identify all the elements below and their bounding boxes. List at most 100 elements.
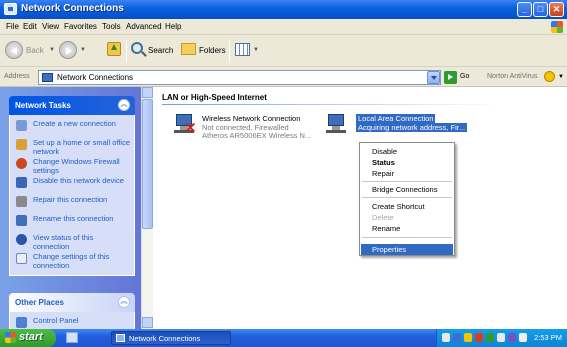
back-button-label[interactable]: Back — [26, 46, 44, 55]
norton-antivirus-icon[interactable] — [544, 71, 555, 82]
menu-item-disable[interactable]: Disable — [372, 147, 397, 156]
network-tasks-panel: Network Tasks ︽ Create a new connection … — [9, 96, 135, 276]
task-disable-device[interactable]: Disable this network device — [14, 176, 130, 195]
task-label: Disable this network device — [33, 176, 124, 185]
address-label: Address — [4, 73, 30, 80]
taskbar-network-connections[interactable]: Network Connections — [111, 331, 231, 345]
menu-item-properties[interactable]: Properties — [372, 245, 406, 254]
close-button[interactable]: ✕ — [549, 2, 564, 17]
tray-icon[interactable] — [442, 333, 450, 342]
monitor-icon — [328, 114, 344, 126]
menu-help[interactable]: Help — [165, 22, 181, 31]
wireless-connection-item[interactable]: Wireless Network Connection Not connecte… — [202, 114, 311, 141]
menu-separator — [362, 237, 452, 238]
address-dropdown-icon[interactable] — [427, 71, 440, 84]
search-icon[interactable] — [131, 42, 143, 54]
network-tasks-header[interactable]: Network Tasks ︽ — [9, 96, 135, 115]
wireless-connection-icon[interactable]: ✕ — [172, 114, 198, 138]
task-create-connection[interactable]: Create a new connection — [14, 119, 130, 138]
home-network-icon — [16, 139, 27, 150]
norton-dropdown-icon[interactable]: ▼ — [558, 74, 564, 80]
menu-file[interactable]: File — [6, 22, 19, 31]
tray-icon[interactable] — [475, 333, 483, 342]
cable — [326, 130, 346, 133]
scroll-up-icon[interactable] — [142, 87, 153, 98]
task-rename-connection[interactable]: Rename this connection — [14, 214, 130, 233]
tray-icon[interactable] — [508, 333, 516, 342]
address-field[interactable]: Network Connections — [38, 70, 441, 85]
task-view-status[interactable]: View status of this connection — [14, 233, 130, 252]
taskbar: start Network Connections 2:53 PM — [0, 329, 567, 347]
back-arrow-icon[interactable] — [5, 41, 23, 59]
other-places-panel: Other Places ︽ Control Panel — [9, 293, 135, 329]
tray-icon[interactable] — [497, 333, 505, 342]
forward-arrow-icon[interactable] — [59, 41, 77, 59]
forward-dropdown-icon[interactable]: ▼ — [80, 47, 86, 53]
scroll-thumb[interactable] — [142, 99, 153, 229]
menu-item-status[interactable]: Status — [372, 158, 395, 167]
control-panel-icon — [16, 317, 27, 328]
folders-button-label[interactable]: Folders — [199, 46, 226, 55]
tray-icon[interactable] — [464, 333, 472, 342]
search-button-label[interactable]: Search — [148, 46, 173, 55]
network-tasks-title: Network Tasks — [15, 101, 71, 110]
task-pane: Network Tasks ︽ Create a new connection … — [0, 87, 141, 329]
menu-tools[interactable]: Tools — [102, 22, 121, 31]
start-label: start — [19, 331, 43, 343]
start-button[interactable]: start — [0, 329, 56, 347]
toolbar: Back ▼ ▼ Search Folders ▼ — [0, 35, 567, 67]
task-repair-connection[interactable]: Repair this connection — [14, 195, 130, 214]
other-places-header[interactable]: Other Places ︽ — [9, 293, 135, 312]
go-arrow-icon[interactable] — [444, 71, 457, 84]
scroll-down-icon[interactable] — [142, 317, 153, 328]
task-home-network[interactable]: Set up a home or small office network — [14, 138, 130, 157]
network-tasks-list: Create a new connection Set up a home or… — [9, 115, 135, 276]
menu-item-create-shortcut[interactable]: Create Shortcut — [372, 202, 425, 211]
other-places-list: Control Panel — [9, 312, 135, 329]
collapse-chevron-icon[interactable]: ︽ — [118, 99, 130, 111]
menu-item-repair[interactable]: Repair — [372, 169, 394, 178]
menu-advanced[interactable]: Advanced — [126, 22, 162, 31]
menu-item-bridge-connections[interactable]: Bridge Connections — [372, 185, 437, 194]
tray-icon[interactable] — [453, 333, 461, 342]
firewall-icon — [16, 158, 27, 169]
local-area-connection-status: Acquiring network address, Fir... — [356, 122, 468, 132]
clock[interactable]: 2:53 PM — [534, 333, 562, 342]
toolbar-separator — [229, 40, 230, 62]
network-connections-icon — [4, 3, 17, 15]
views-icon[interactable] — [235, 43, 250, 56]
task-change-settings[interactable]: Change settings of this connection — [14, 252, 130, 271]
task-pane-scrollbar[interactable] — [141, 87, 153, 329]
task-label: View status of this connection — [33, 233, 94, 251]
show-desktop-icon[interactable] — [66, 332, 78, 343]
local-area-connection-item[interactable]: Local Area Connection Acquiring network … — [356, 114, 468, 132]
taskbar-item-label: Network Connections — [129, 334, 201, 343]
menu-separator — [362, 197, 452, 198]
repair-icon — [16, 196, 27, 207]
tray-icon[interactable] — [486, 333, 494, 342]
local-area-connection-icon[interactable] — [324, 114, 350, 138]
folder-up-icon[interactable] — [107, 42, 121, 56]
menu-favorites[interactable]: Favorites — [64, 22, 97, 31]
title-bar[interactable]: Network Connections _ □ ✕ — [0, 0, 567, 19]
menu-bar: File Edit View Favorites Tools Advanced … — [0, 19, 567, 35]
folders-icon[interactable] — [181, 43, 196, 55]
explorer-window: Network Connections _ □ ✕ File Edit View… — [0, 0, 567, 347]
menu-item-rename[interactable]: Rename — [372, 224, 400, 233]
system-tray: 2:53 PM — [436, 329, 567, 347]
views-dropdown-icon[interactable]: ▼ — [253, 47, 259, 53]
tray-icon[interactable] — [519, 333, 527, 342]
task-label: Set up a home or small office network — [33, 138, 130, 156]
disable-device-icon — [16, 177, 27, 188]
maximize-button[interactable]: □ — [533, 2, 548, 17]
back-dropdown-icon[interactable]: ▼ — [49, 47, 55, 53]
menu-separator — [362, 181, 452, 182]
menu-edit[interactable]: Edit — [23, 22, 37, 31]
task-firewall-settings[interactable]: Change Windows Firewall settings — [14, 157, 130, 176]
collapse-chevron-icon[interactable]: ︽ — [118, 296, 130, 308]
place-control-panel[interactable]: Control Panel — [14, 316, 130, 329]
minimize-button[interactable]: _ — [517, 2, 532, 17]
norton-antivirus-label[interactable]: Norton AntiVirus — [487, 73, 537, 80]
go-button-label[interactable]: Go — [460, 73, 469, 80]
menu-view[interactable]: View — [42, 22, 59, 31]
